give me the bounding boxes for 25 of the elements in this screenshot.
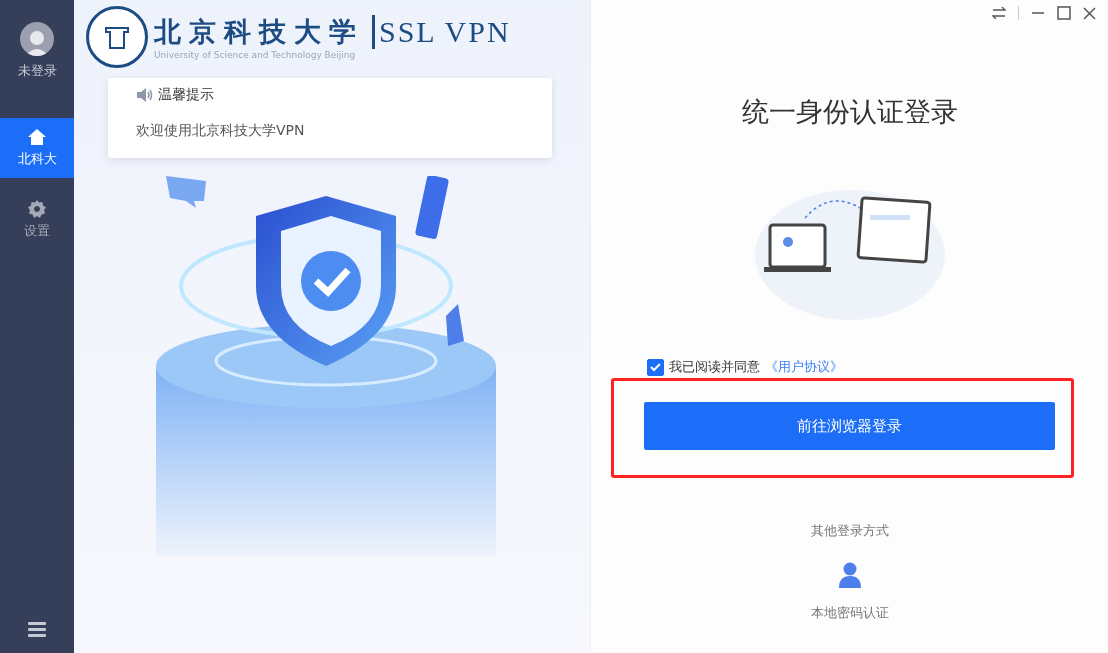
login-title: 统一身份认证登录 [741,95,958,129]
avatar[interactable] [20,22,54,56]
login-status: 未登录 [17,62,57,80]
password-login-option[interactable]: 本地密码认证 [810,562,889,622]
menu-icon[interactable] [28,622,46,637]
gear-icon [28,200,46,218]
logo-product: SSL VPN [372,15,511,49]
checkmark-icon [650,362,661,372]
logo-name: 北京科技大学 [154,15,364,49]
maximize-icon[interactable] [1057,6,1071,20]
agreement-checkbox[interactable] [647,358,664,376]
notice-title: 温馨提示 [158,86,214,104]
swap-icon[interactable] [992,7,1006,19]
logo-subtitle: University of Science and Technology Beijing [154,50,357,60]
notice-message: 欢迎使用北京科技大学VPN [136,122,306,140]
speaker-icon [136,88,154,102]
browser-login-button[interactable]: 前往浏览器登录 [644,402,1055,450]
close-icon[interactable] [1083,6,1096,20]
home-icon [27,128,47,146]
agreement-text: 我已阅读并同意 [669,358,760,376]
user-agreement-link[interactable]: 《用户协议》 [765,358,843,376]
nav-item[interactable]: 北科大 [0,118,74,178]
user-icon [838,562,861,588]
nav-item[interactable]: 设置 [0,190,74,250]
other-login-label: 其他登录方式 [810,522,889,540]
